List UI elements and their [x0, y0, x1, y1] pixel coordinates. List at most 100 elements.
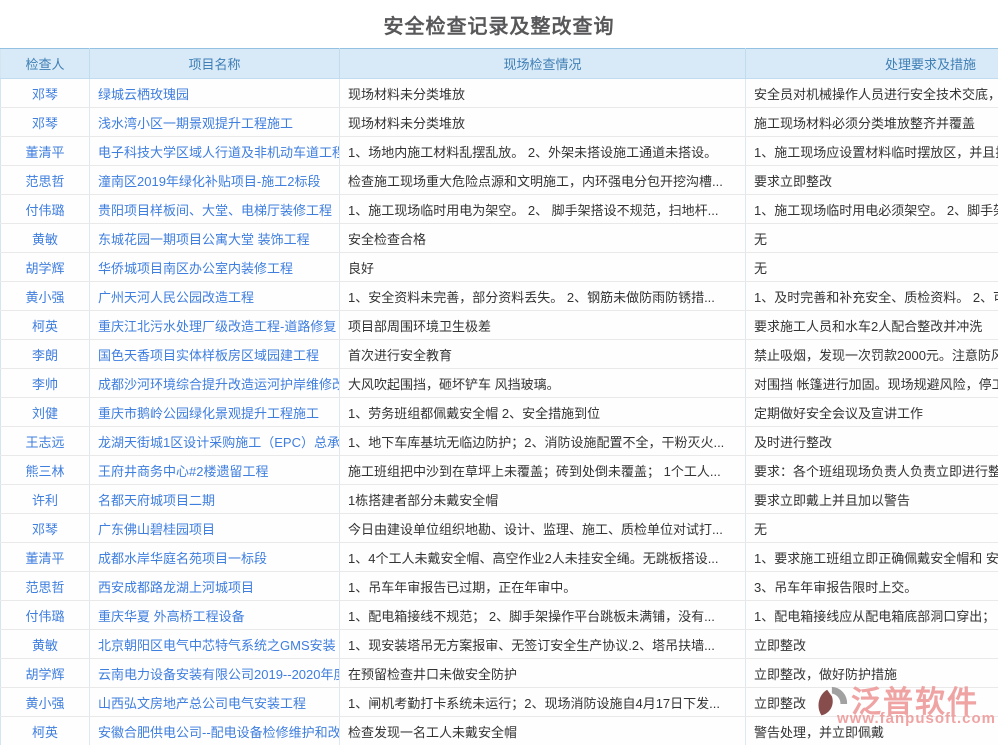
inspector-link[interactable]: 范思哲 [1, 572, 90, 601]
situation-text: 现场材料未分类堆放 [340, 79, 746, 108]
situation-text: 良好 [340, 253, 746, 282]
measures-text: 3、吊车年审报告限时上交。 [746, 572, 998, 601]
project-link[interactable]: 王府井商务中心#2楼遗留工程 [90, 456, 340, 485]
table-row: 黄小强山西弘文房地产总公司电气安装工程1、闸机考勤打卡系统未运行；2、现场消防设… [1, 688, 998, 717]
measures-text: 无 [746, 253, 998, 282]
situation-text: 首次进行安全教育 [340, 340, 746, 369]
inspector-link[interactable]: 李帅 [1, 369, 90, 398]
situation-text: 现场材料未分类堆放 [340, 108, 746, 137]
project-link[interactable]: 重庆市鹅岭公园绿化景观提升工程施工 [90, 398, 340, 427]
inspector-link[interactable]: 刘健 [1, 398, 90, 427]
measures-text: 1、配电箱接线应从配电箱底部洞口穿出； 2 [746, 601, 998, 630]
inspector-link[interactable]: 柯英 [1, 311, 90, 340]
project-link[interactable]: 贵阳项目样板间、大堂、电梯厅装修工程 [90, 195, 340, 224]
measures-text: 施工现场材料必须分类堆放整齐并覆盖 [746, 108, 998, 137]
project-link[interactable]: 安徽合肥供电公司--配电设备检修维护和改 [90, 717, 340, 745]
measures-text: 定期做好安全会议及宣讲工作 [746, 398, 998, 427]
situation-text: 1、劳务班组都佩戴安全帽 2、安全措施到位 [340, 398, 746, 427]
measures-text: 立即整改 [746, 688, 998, 717]
measures-text: 要求：各个班组现场负责人负责立即进行整 [746, 456, 998, 485]
project-link[interactable]: 广州天河人民公园改造工程 [90, 282, 340, 311]
project-link[interactable]: 重庆华夏 外高桥工程设备 [90, 601, 340, 630]
project-link[interactable]: 电子科技大学区域人行道及非机动车道工程 [90, 137, 340, 166]
situation-text: 1、现安装塔吊无方案报审、无签订安全生产协议.2、塔吊扶墙... [340, 630, 746, 659]
inspector-link[interactable]: 付伟璐 [1, 195, 90, 224]
project-link[interactable]: 云南电力设备安装有限公司2019--2020年度 [90, 659, 340, 688]
inspector-link[interactable]: 黄小强 [1, 688, 90, 717]
project-link[interactable]: 成都水岸华庭名苑项目一标段 [90, 543, 340, 572]
situation-text: 检查发现一名工人未戴安全帽 [340, 717, 746, 745]
inspector-link[interactable]: 黄敏 [1, 224, 90, 253]
project-link[interactable]: 龙湖天街城1区设计采购施工（EPC）总承 [90, 427, 340, 456]
situation-text: 施工班组把中沙到在草坪上未覆盖；砖到处倒未覆盖； 1个工人... [340, 456, 746, 485]
situation-text: 1、吊车年审报告已过期，正在年审中。 [340, 572, 746, 601]
inspector-link[interactable]: 熊三林 [1, 456, 90, 485]
project-link[interactable]: 潼南区2019年绿化补贴项目-施工2标段 [90, 166, 340, 195]
project-link[interactable]: 成都沙河环境综合提升改造运河护岸维修改 [90, 369, 340, 398]
table-row: 王志远龙湖天街城1区设计采购施工（EPC）总承1、地下车库基坑无临边防护；2、消… [1, 427, 998, 456]
inspector-link[interactable]: 邓琴 [1, 79, 90, 108]
project-link[interactable]: 北京朝阳区电气中芯特气系统之GMS安装 [90, 630, 340, 659]
table-row: 邓琴绿城云栖玫瑰园现场材料未分类堆放安全员对机械操作人员进行安全技术交底， [1, 79, 998, 108]
project-link[interactable]: 广东佛山碧桂园项目 [90, 514, 340, 543]
records-table-viewport: 检查人 项目名称 现场检查情况 处理要求及措施 邓琴绿城云栖玫瑰园现场材料未分类… [0, 48, 998, 745]
project-link[interactable]: 绿城云栖玫瑰园 [90, 79, 340, 108]
measures-text: 立即整改 [746, 630, 998, 659]
inspector-link[interactable]: 许利 [1, 485, 90, 514]
safety-inspection-page: 安全检查记录及整改查询 检查人 项目名称 现场检查情况 处理要求及措施 邓琴绿城… [0, 0, 998, 745]
inspector-link[interactable]: 李朗 [1, 340, 90, 369]
header-inspector: 检查人 [1, 49, 90, 79]
table-row: 黄小强广州天河人民公园改造工程1、安全资料未完善，部分资料丢失。 2、钢筋未做防… [1, 282, 998, 311]
inspector-link[interactable]: 柯英 [1, 717, 90, 745]
situation-text: 项目部周围环境卫生极差 [340, 311, 746, 340]
inspector-link[interactable]: 王志远 [1, 427, 90, 456]
inspector-link[interactable]: 黄敏 [1, 630, 90, 659]
project-link[interactable]: 重庆江北污水处理厂级改造工程-道路修复 [90, 311, 340, 340]
situation-text: 今日由建设单位组织地勘、设计、监理、施工、质检单位对试打... [340, 514, 746, 543]
project-link[interactable]: 华侨城项目南区办公室内装修工程 [90, 253, 340, 282]
table-row: 范思哲西安成都路龙湖上河城项目1、吊车年审报告已过期，正在年审中。3、吊车年审报… [1, 572, 998, 601]
project-link[interactable]: 国色天香项目实体样板房区域园建工程 [90, 340, 340, 369]
measures-text: 禁止吸烟，发现一次罚款2000元。注意防风 [746, 340, 998, 369]
measures-text: 要求立即整改 [746, 166, 998, 195]
table-row: 黄敏北京朝阳区电气中芯特气系统之GMS安装1、现安装塔吊无方案报审、无签订安全生… [1, 630, 998, 659]
measures-text: 1、及时完善和补充安全、质检资料。 2、可 [746, 282, 998, 311]
page-title: 安全检查记录及整改查询 [0, 0, 998, 48]
table-row: 许利名都天府城项目二期1栋搭建者部分未戴安全帽要求立即戴上并且加以警告 [1, 485, 998, 514]
table-row: 董清平电子科技大学区域人行道及非机动车道工程1、场地内施工材料乱摆乱放。 2、外… [1, 137, 998, 166]
measures-text: 及时进行整改 [746, 427, 998, 456]
project-link[interactable]: 名都天府城项目二期 [90, 485, 340, 514]
situation-text: 1、施工现场临时用电为架空。 2、 脚手架搭设不规范，扫地杆... [340, 195, 746, 224]
table-row: 范思哲潼南区2019年绿化补贴项目-施工2标段检查施工现场重大危险点源和文明施工… [1, 166, 998, 195]
table-row: 李帅成都沙河环境综合提升改造运河护岸维修改大风吹起围挡，砸坏铲车 风挡玻璃。对围… [1, 369, 998, 398]
inspector-link[interactable]: 邓琴 [1, 514, 90, 543]
table-row: 付伟璐重庆华夏 外高桥工程设备1、配电箱接线不规范； 2、脚手架操作平台跳板未满… [1, 601, 998, 630]
inspector-link[interactable]: 范思哲 [1, 166, 90, 195]
inspector-link[interactable]: 付伟璐 [1, 601, 90, 630]
measures-text: 立即整改，做好防护措施 [746, 659, 998, 688]
measures-text: 无 [746, 224, 998, 253]
header-project: 项目名称 [90, 49, 340, 79]
inspector-link[interactable]: 黄小强 [1, 282, 90, 311]
table-row: 董清平成都水岸华庭名苑项目一标段1、4个工人未戴安全帽、高空作业2人未挂安全绳。… [1, 543, 998, 572]
situation-text: 1、4个工人未戴安全帽、高空作业2人未挂安全绳。无跳板搭设... [340, 543, 746, 572]
inspector-link[interactable]: 邓琴 [1, 108, 90, 137]
project-link[interactable]: 东城花园一期项目公寓大堂 装饰工程 [90, 224, 340, 253]
project-link[interactable]: 西安成都路龙湖上河城项目 [90, 572, 340, 601]
table-row: 柯英安徽合肥供电公司--配电设备检修维护和改检查发现一名工人未戴安全帽警告处理，… [1, 717, 998, 745]
inspector-link[interactable]: 董清平 [1, 543, 90, 572]
project-link[interactable]: 山西弘文房地产总公司电气安装工程 [90, 688, 340, 717]
inspector-link[interactable]: 胡学辉 [1, 253, 90, 282]
measures-text: 无 [746, 514, 998, 543]
inspector-link[interactable]: 董清平 [1, 137, 90, 166]
situation-text: 1、地下车库基坑无临边防护；2、消防设施配置不全，干粉灭火... [340, 427, 746, 456]
table-row: 李朗国色天香项目实体样板房区域园建工程首次进行安全教育禁止吸烟，发现一次罚款20… [1, 340, 998, 369]
measures-text: 1、要求施工班组立即正确佩戴安全帽和 安全 [746, 543, 998, 572]
situation-text: 检查施工现场重大危险点源和文明施工，内环强电分包开挖沟槽... [340, 166, 746, 195]
table-row: 邓琴浅水湾小区一期景观提升工程施工现场材料未分类堆放施工现场材料必须分类堆放整齐… [1, 108, 998, 137]
situation-text: 1栋搭建者部分未戴安全帽 [340, 485, 746, 514]
inspector-link[interactable]: 胡学辉 [1, 659, 90, 688]
situation-text: 1、配电箱接线不规范； 2、脚手架操作平台跳板未满铺，没有... [340, 601, 746, 630]
project-link[interactable]: 浅水湾小区一期景观提升工程施工 [90, 108, 340, 137]
table-header-row: 检查人 项目名称 现场检查情况 处理要求及措施 [1, 49, 998, 79]
